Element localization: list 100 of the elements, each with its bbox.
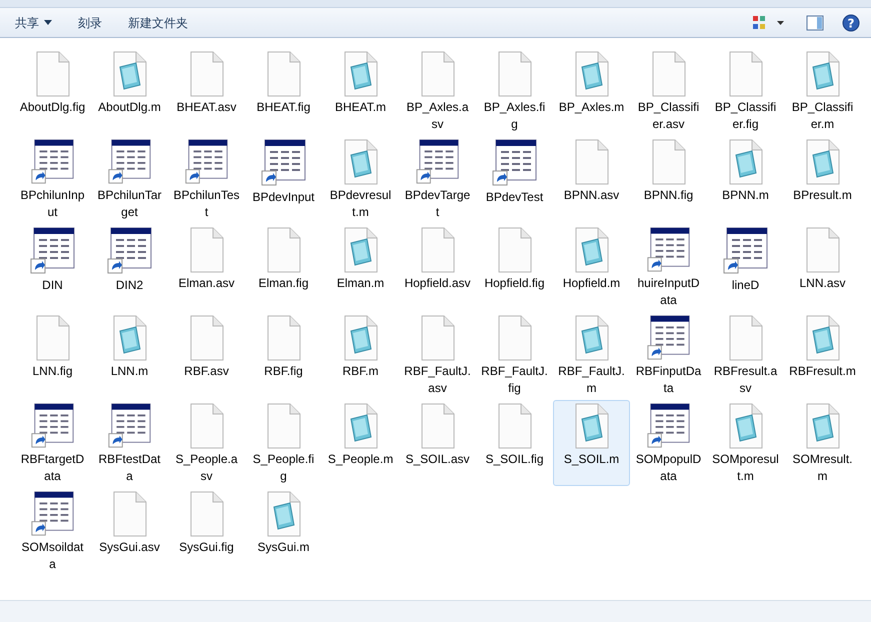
file-item[interactable]: BPresult.m: [784, 136, 861, 222]
file-item[interactable]: Hopfield.fig: [476, 224, 553, 310]
blank-file-icon: [266, 227, 302, 273]
table-shortcut-icon: [30, 491, 76, 537]
file-name: Elman.m: [336, 275, 386, 292]
blank-file-icon: [650, 139, 686, 185]
file-name: RBF.fig: [263, 363, 304, 380]
file-item[interactable]: BPNN.asv: [553, 136, 630, 222]
table-shortcut-icon: [414, 139, 460, 185]
notepad-file-icon: [574, 227, 610, 273]
file-item[interactable]: S_SOIL.m: [553, 400, 630, 486]
file-item[interactable]: BHEAT.asv: [168, 48, 245, 134]
file-item[interactable]: RBFtestData: [91, 400, 168, 486]
file-item[interactable]: huireInputData: [630, 224, 707, 310]
file-item[interactable]: AboutDlg.m: [91, 48, 168, 134]
file-item[interactable]: S_People.fig: [245, 400, 322, 486]
file-name: SysGui.m: [256, 539, 310, 556]
file-item[interactable]: SOMresult.m: [784, 400, 861, 486]
file-item[interactable]: RBF.fig: [245, 312, 322, 398]
file-item[interactable]: BP_Classifier.m: [784, 48, 861, 134]
file-item[interactable]: BPchilunInput: [14, 136, 91, 222]
notepad-file-icon: [804, 403, 840, 449]
file-item[interactable]: RBF_FaultJ.m: [553, 312, 630, 398]
file-item[interactable]: RBFinputData: [630, 312, 707, 398]
file-item[interactable]: SysGui.m: [245, 488, 322, 574]
blank-file-icon: [188, 227, 224, 273]
file-item[interactable]: BP_Axles.asv: [399, 48, 476, 134]
file-item[interactable]: BPdevInput: [245, 136, 322, 222]
file-item[interactable]: BPNN.m: [707, 136, 784, 222]
file-item[interactable]: SOMsoildata: [14, 488, 91, 574]
file-name: SysGui.asv: [98, 539, 161, 556]
table-shortcut-icon: [106, 139, 152, 185]
file-item[interactable]: BHEAT.m: [322, 48, 399, 134]
file-item[interactable]: SysGui.fig: [168, 488, 245, 574]
file-item[interactable]: AboutDlg.fig: [14, 48, 91, 134]
file-item[interactable]: BPNN.fig: [630, 136, 707, 222]
file-item[interactable]: SysGui.asv: [91, 488, 168, 574]
file-item[interactable]: BPdevTest: [476, 136, 553, 222]
file-item[interactable]: BPdevTarget: [399, 136, 476, 222]
file-name: BHEAT.asv: [176, 99, 238, 116]
file-name: Hopfield.fig: [483, 275, 546, 292]
file-item[interactable]: LNN.fig: [14, 312, 91, 398]
file-name: huireInputData: [636, 275, 701, 309]
file-item[interactable]: DIN2: [91, 224, 168, 310]
file-item[interactable]: BPdevresult.m: [322, 136, 399, 222]
blank-file-icon: [496, 51, 532, 97]
file-name: RBFtargetData: [20, 451, 86, 485]
file-item[interactable]: BP_Axles.fig: [476, 48, 553, 134]
notepad-file-icon: [112, 315, 148, 361]
notepad-file-icon: [728, 139, 764, 185]
notepad-file-icon: [574, 403, 610, 449]
file-item[interactable]: RBF_FaultJ.fig: [476, 312, 553, 398]
table-shortcut-icon: [30, 139, 76, 185]
file-item[interactable]: DIN: [14, 224, 91, 310]
file-item[interactable]: BP_Classifier.fig: [707, 48, 784, 134]
file-item[interactable]: S_People.m: [322, 400, 399, 486]
file-item[interactable]: BPchilunTest: [168, 136, 245, 222]
file-name: S_SOIL.m: [562, 451, 620, 468]
file-name: BP_Classifier.fig: [714, 99, 778, 133]
file-item[interactable]: SOMpopulData: [630, 400, 707, 486]
blank-file-icon: [574, 139, 610, 185]
file-item[interactable]: lineD: [707, 224, 784, 310]
file-item[interactable]: SOMporesult.m: [707, 400, 784, 486]
file-item[interactable]: RBF_FaultJ.asv: [399, 312, 476, 398]
blank-file-icon: [728, 51, 764, 97]
toolbar-button[interactable]: 刻录: [69, 10, 111, 34]
help-button[interactable]: ?: [837, 12, 865, 34]
table-shortcut-icon: [106, 403, 152, 449]
file-name: BHEAT.fig: [256, 99, 312, 116]
file-item[interactable]: Elman.fig: [245, 224, 322, 310]
file-item[interactable]: BHEAT.fig: [245, 48, 322, 134]
file-item[interactable]: S_SOIL.fig: [476, 400, 553, 486]
file-item[interactable]: RBFresult.m: [784, 312, 861, 398]
file-name: BPchilunInput: [19, 187, 86, 221]
file-name: SOMpopulData: [634, 451, 702, 485]
toolbar-button[interactable]: 共享: [6, 10, 61, 34]
file-item[interactable]: LNN.asv: [784, 224, 861, 310]
file-item[interactable]: Elman.asv: [168, 224, 245, 310]
file-item[interactable]: Hopfield.asv: [399, 224, 476, 310]
file-name: S_People.m: [326, 451, 394, 468]
toolbar-button[interactable]: 新建文件夹: [119, 10, 197, 34]
file-item[interactable]: BPchilunTarget: [91, 136, 168, 222]
file-name: RBFresult.m: [788, 363, 856, 380]
file-item[interactable]: BP_Axles.m: [553, 48, 630, 134]
file-name: SysGui.fig: [178, 539, 235, 556]
file-name: Hopfield.m: [562, 275, 622, 292]
table-shortcut-icon: [722, 227, 768, 275]
file-item[interactable]: Elman.m: [322, 224, 399, 310]
file-item[interactable]: S_SOIL.asv: [399, 400, 476, 486]
blank-file-icon: [420, 51, 456, 97]
file-item[interactable]: RBF.asv: [168, 312, 245, 398]
blank-file-icon: [496, 403, 532, 449]
file-item[interactable]: S_People.asv: [168, 400, 245, 486]
file-item[interactable]: RBFtargetData: [14, 400, 91, 486]
file-item[interactable]: BP_Classifier.asv: [630, 48, 707, 134]
table-shortcut-icon: [30, 403, 76, 449]
file-item[interactable]: Hopfield.m: [553, 224, 630, 310]
file-item[interactable]: RBF.m: [322, 312, 399, 398]
file-item[interactable]: RBFresult.asv: [707, 312, 784, 398]
file-item[interactable]: LNN.m: [91, 312, 168, 398]
